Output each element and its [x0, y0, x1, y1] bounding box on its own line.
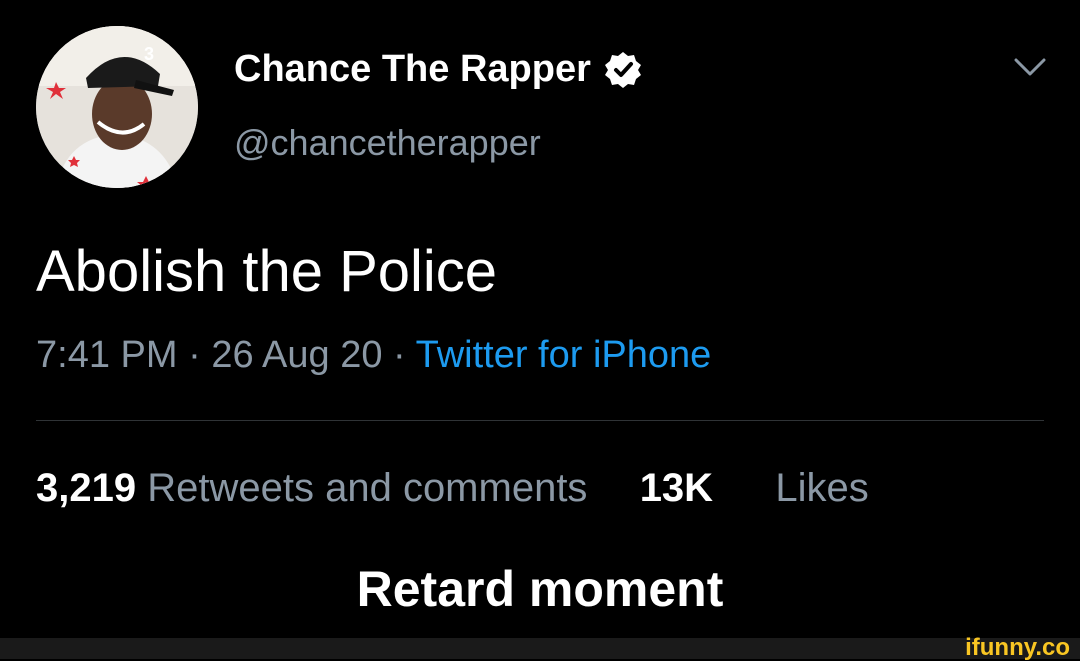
display-name-text: Chance The Rapper	[234, 48, 591, 90]
display-name[interactable]: Chance The Rapper	[234, 48, 643, 91]
avatar-image: 3	[36, 26, 198, 188]
tweet-date[interactable]: 26 Aug 20	[211, 334, 382, 376]
likes-stat[interactable]: 13K Likes	[640, 466, 869, 510]
likes-count: 13K	[639, 466, 714, 510]
tweet-stats: 3,219 Retweets and comments 13K Likes	[36, 466, 869, 511]
meta-separator: ·	[188, 334, 201, 376]
retweets-count: 3,219	[36, 466, 137, 510]
verified-badge-icon	[604, 51, 641, 88]
chevron-down-icon[interactable]	[1010, 52, 1050, 82]
retweets-stat[interactable]: 3,219 Retweets and comments	[36, 466, 599, 510]
tweet-time[interactable]: 7:41 PM	[36, 334, 178, 376]
divider	[36, 420, 1044, 421]
retweets-label: Retweets and comments	[147, 466, 588, 510]
ifunny-watermark: ifunny.co	[965, 634, 1070, 661]
tweet-text: Abolish the Police	[36, 239, 498, 304]
avatar[interactable]: 3	[36, 26, 198, 188]
user-handle[interactable]: @chancetherapper	[234, 122, 541, 164]
svg-text:3: 3	[144, 44, 154, 64]
likes-label: Likes	[775, 466, 869, 510]
footer-bar	[0, 638, 1080, 659]
tweet-source-link[interactable]: Twitter for iPhone	[416, 334, 712, 376]
meme-caption: Retard moment	[356, 561, 724, 617]
tweet-meta: 7:41 PM · 26 Aug 20 · Twitter for iPhone	[36, 334, 711, 377]
meta-separator-2: ·	[393, 334, 406, 376]
